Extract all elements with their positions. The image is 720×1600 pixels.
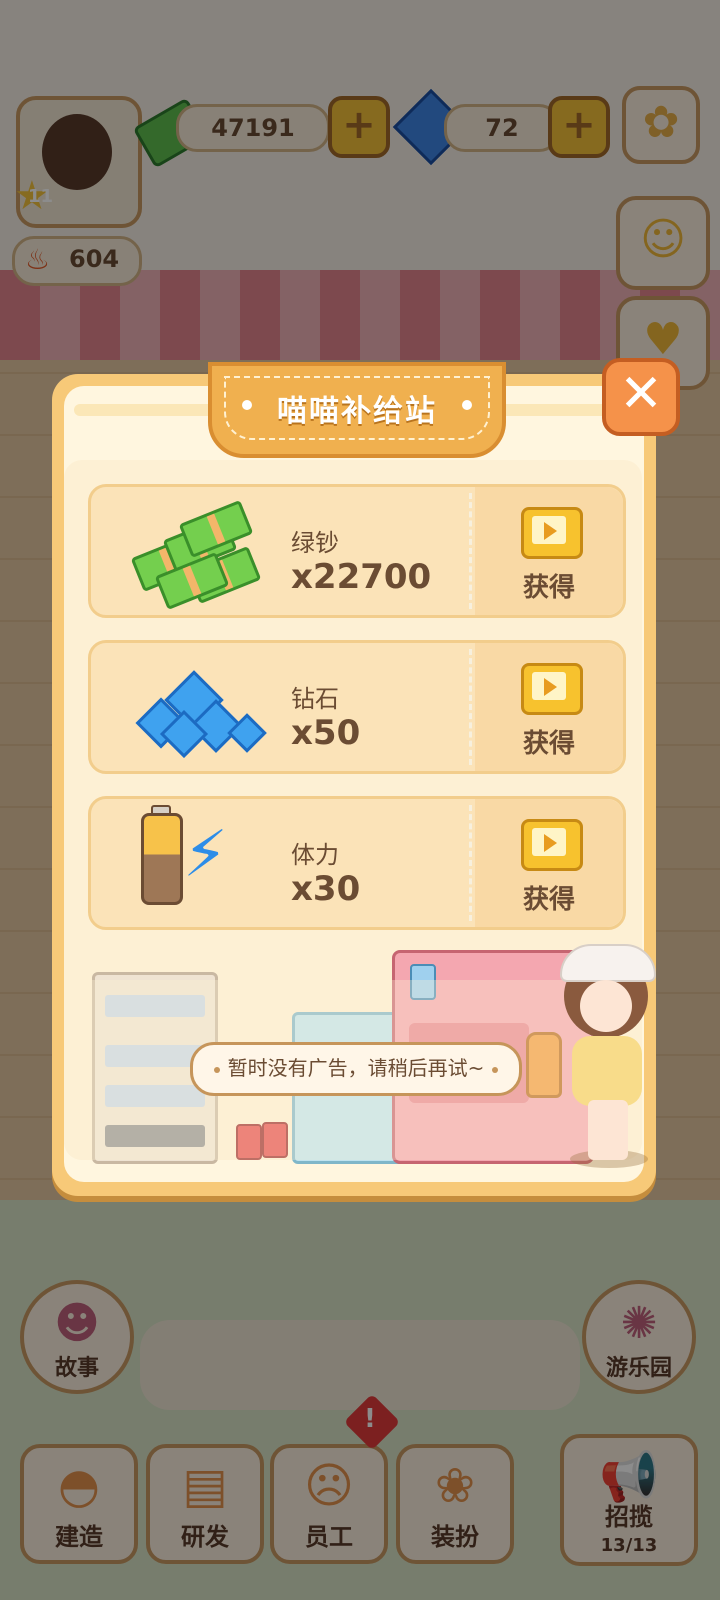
get-label: 获得 <box>522 729 575 759</box>
battery-bolt-icon <box>141 813 183 905</box>
ticket-divider <box>469 493 472 609</box>
item-quantity: x50 <box>291 713 361 753</box>
character-body <box>572 1036 642 1106</box>
item-name: 绿钞 <box>291 529 339 557</box>
get-label: 获得 <box>522 573 575 603</box>
get-diamond-button[interactable]: 获得 <box>475 643 623 771</box>
dialog-title-tab: 喵喵补给站 <box>208 362 506 458</box>
get-energy-button[interactable]: 获得 <box>475 799 623 927</box>
no-ad-toast: 暂时没有广告，请稍后再试~ <box>190 1042 522 1096</box>
item-name: 体力 <box>291 841 339 869</box>
toast-message: 暂时没有广告，请稍后再试~ <box>227 1056 485 1080</box>
cash-stack-icon <box>127 499 262 611</box>
lightning-bolt-icon: ⚡ <box>183 818 228 892</box>
supply-item-energy: ⚡ 体力 x30 获得 <box>88 796 626 930</box>
character-legs <box>588 1100 628 1160</box>
dialog-title: 喵喵补给站 <box>277 394 437 429</box>
close-button[interactable]: ✕ <box>602 358 680 436</box>
video-ad-icon <box>521 819 583 871</box>
video-ad-icon <box>521 663 583 715</box>
ticket-divider <box>469 649 472 765</box>
character-hat <box>560 944 656 982</box>
supply-item-cash: 绿钞 x22700 获得 <box>88 484 626 618</box>
item-name: 钻石 <box>291 685 339 713</box>
get-cash-button[interactable]: 获得 <box>475 487 623 615</box>
character-face <box>580 980 632 1032</box>
supply-item-diamond: 钻石 x50 获得 <box>88 640 626 774</box>
get-label: 获得 <box>522 885 575 915</box>
ticket-divider <box>469 805 472 921</box>
diamond-pile-icon <box>127 661 267 759</box>
item-quantity: x22700 <box>291 557 432 597</box>
video-ad-icon <box>521 507 583 559</box>
item-quantity: x30 <box>291 869 361 909</box>
